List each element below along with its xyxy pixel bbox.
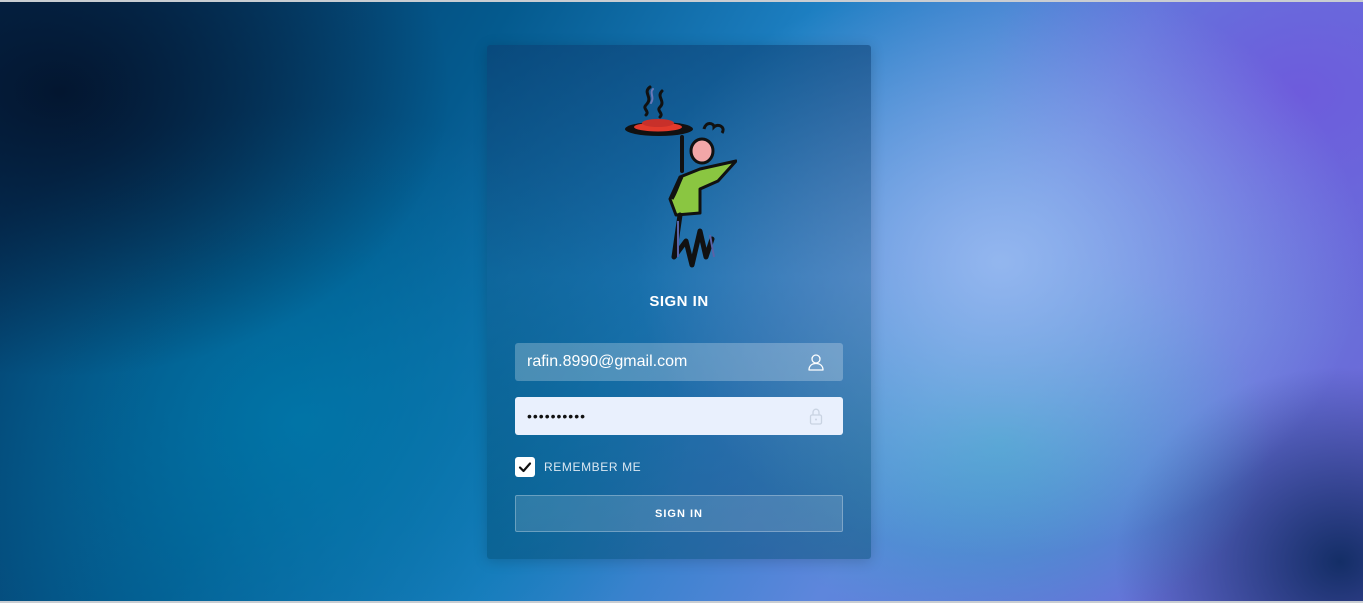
remember-me[interactable]: REMEMBER ME — [515, 457, 641, 477]
waiter-logo — [625, 85, 737, 268]
password-input[interactable] — [515, 397, 843, 435]
sign-in-button[interactable]: SIGN IN — [515, 495, 843, 532]
password-field[interactable] — [515, 397, 843, 435]
remember-me-label: REMEMBER ME — [544, 460, 642, 474]
sign-in-title: SIGN IN — [649, 293, 709, 310]
login-card: SIGN IN REMEMBER ME SIGN I — [487, 45, 871, 559]
email-field[interactable] — [515, 343, 843, 381]
email-input[interactable] — [515, 343, 843, 381]
checkmark-icon — [518, 462, 532, 473]
remember-me-checkbox[interactable] — [515, 457, 535, 477]
user-icon — [808, 354, 824, 371]
login-page: SIGN IN REMEMBER ME SIGN I — [0, 0, 1363, 603]
lock-icon — [809, 408, 823, 425]
